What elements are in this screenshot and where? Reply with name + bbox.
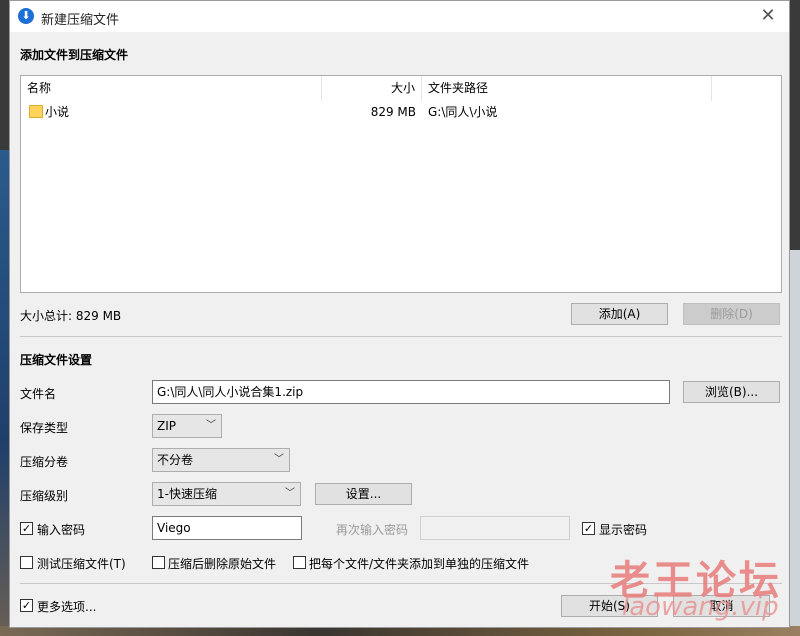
column-header-path[interactable]: 文件夹路径 <box>422 76 712 101</box>
password-input[interactable]: Viego <box>152 516 302 540</box>
repeat-password-input <box>420 516 570 540</box>
each-separate-label: 把每个文件/文件夹添加到单独的压缩文件 <box>309 557 530 571</box>
close-icon[interactable]: ✕ <box>757 5 779 27</box>
title-bar: ⬇ 新建压缩文件 ✕ <box>10 1 789 32</box>
watermark-url: laowang.vip <box>622 592 779 622</box>
more-options-checkbox[interactable]: ✓ <box>20 599 33 612</box>
add-files-section-title: 添加文件到压缩文件 <box>20 48 129 62</box>
more-options-label: 更多选项... <box>37 600 97 614</box>
chevron-down-icon: ﹀ <box>206 420 216 431</box>
password-checkbox[interactable]: ✓ <box>20 522 33 535</box>
chevron-down-icon: ﹀ <box>285 488 295 499</box>
split-volume-select[interactable]: 不分卷 ﹀ <box>152 448 290 472</box>
file-row-size: 829 MB <box>370 105 416 119</box>
password-label: 输入密码 <box>37 523 86 537</box>
column-header-empty <box>712 76 781 101</box>
split-volume-label: 压缩分卷 <box>20 455 69 469</box>
each-separate-checkbox[interactable] <box>293 556 306 569</box>
compression-level-value: 1-快速压缩 <box>157 487 217 501</box>
column-header-size[interactable]: 大小 <box>322 76 422 101</box>
browse-button[interactable]: 浏览(B)... <box>683 381 780 403</box>
divider <box>20 336 782 337</box>
repeat-password-label: 再次输入密码 <box>336 523 409 537</box>
new-archive-dialog: ⬇ 新建压缩文件 ✕ 添加文件到压缩文件 名称 大小 文件夹路径 小说 829 … <box>9 0 790 628</box>
delete-after-checkbox[interactable] <box>152 556 165 569</box>
save-type-select[interactable]: ZIP ﹀ <box>152 414 222 438</box>
file-row-name: 小说 <box>45 105 70 119</box>
save-type-value: ZIP <box>157 419 176 433</box>
background-right <box>790 250 800 636</box>
test-archive-checkbox[interactable] <box>20 556 33 569</box>
filename-input[interactable]: G:\同人\同人小说合集1.zip <box>152 380 670 404</box>
total-size-label: 大小总计: 829 MB <box>20 309 122 323</box>
delete-button[interactable]: 删除(D) <box>683 303 780 325</box>
file-list[interactable]: 名称 大小 文件夹路径 小说 829 MB G:\同人\小说 <box>20 75 782 293</box>
settings-button[interactable]: 设置... <box>315 483 412 505</box>
chevron-down-icon: ﹀ <box>274 454 284 465</box>
file-row[interactable]: 小说 829 MB G:\同人\小说 <box>21 101 781 123</box>
app-logo-icon: ⬇ <box>18 8 34 24</box>
add-button[interactable]: 添加(A) <box>571 303 668 325</box>
file-row-path: G:\同人\小说 <box>428 105 498 119</box>
window-title: 新建压缩文件 <box>41 13 120 28</box>
compression-level-select[interactable]: 1-快速压缩 ﹀ <box>152 482 301 506</box>
compression-level-label: 压缩级别 <box>20 489 69 503</box>
save-type-label: 保存类型 <box>20 421 69 435</box>
test-archive-label: 测试压缩文件(T) <box>37 557 126 571</box>
delete-after-label: 压缩后删除原始文件 <box>168 557 277 571</box>
show-password-label: 显示密码 <box>599 523 648 537</box>
column-header-name[interactable]: 名称 <box>21 76 322 101</box>
folder-icon <box>29 105 43 118</box>
filename-label: 文件名 <box>20 387 57 401</box>
show-password-checkbox[interactable]: ✓ <box>582 522 595 535</box>
split-volume-value: 不分卷 <box>157 453 194 467</box>
archive-settings-section-title: 压缩文件设置 <box>20 353 93 367</box>
